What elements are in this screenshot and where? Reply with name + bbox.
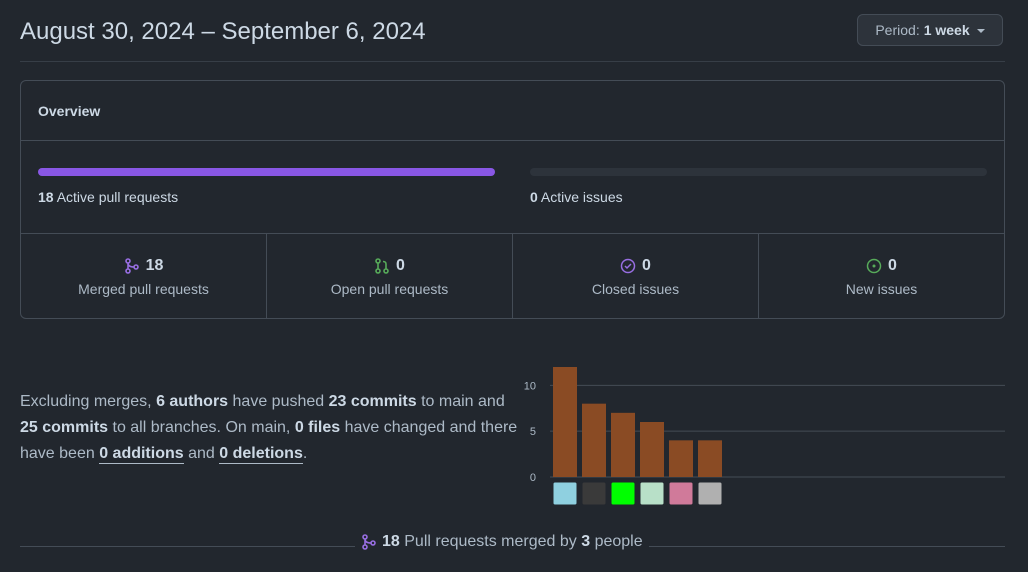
summary-text: to main and	[416, 393, 505, 410]
new-issues-count: 0	[888, 257, 897, 274]
author-avatar[interactable]	[552, 481, 578, 506]
footer-text: people	[590, 533, 643, 550]
y-tick-label: 0	[530, 472, 536, 484]
stat-new-issues[interactable]: 0 New issues	[759, 234, 1004, 319]
commits-by-author-chart: 0 5 10	[524, 367, 1005, 506]
period-prefix: Period:	[875, 22, 920, 38]
commits-all-count: 25 commits	[20, 419, 109, 436]
footer-people-count: 3	[581, 533, 591, 550]
author-avatar[interactable]	[697, 481, 723, 506]
active-prs-link[interactable]: 18 Active pull requests	[38, 189, 178, 205]
bar	[553, 367, 577, 477]
pull-request-icon	[375, 258, 389, 274]
active-prs-count: 18	[38, 189, 54, 205]
overview-box: Overview 18 Active pull requests 0 Activ…	[20, 80, 1005, 319]
page-title: August 30, 2024 – September 6, 2024	[20, 18, 426, 45]
period-value: 1 week	[923, 22, 970, 38]
footer-text: Pull requests merged by	[399, 533, 582, 550]
y-tick-label: 5	[530, 426, 536, 438]
merged-prs-summary: 18 Pull requests merged by 3 people	[355, 533, 649, 551]
issue-open-icon	[866, 258, 882, 274]
bar	[640, 422, 664, 477]
overview-bars: 18 Active pull requests 0 Active issues	[21, 141, 1004, 234]
additions-word: additions	[108, 445, 184, 462]
open-prs-count: 0	[396, 257, 405, 274]
closed-issues-label: Closed issues	[591, 281, 680, 297]
summary-text: and	[183, 445, 220, 462]
additions-link[interactable]: 0 additions	[99, 445, 184, 464]
merged-icon	[124, 258, 139, 274]
merged-icon	[362, 534, 376, 550]
active-issues-label: Active issues	[540, 189, 623, 205]
summary-text: to all branches. On main,	[108, 419, 295, 436]
header-divider	[20, 61, 1005, 62]
bar	[669, 440, 693, 477]
additions-count: 0	[99, 445, 109, 462]
deletions-word: deletions	[228, 445, 303, 462]
new-issues-label: New issues	[845, 281, 918, 297]
authors-count: 6 authors	[156, 393, 229, 410]
active-prs-label: Active pull requests	[56, 189, 179, 205]
summary-text: .	[302, 445, 308, 462]
period-dropdown-button[interactable]: Period: 1 week	[857, 14, 1003, 46]
footer-count: 18	[382, 533, 400, 550]
author-avatar[interactable]	[581, 481, 607, 506]
stat-closed-issues[interactable]: 0 Closed issues	[513, 234, 759, 319]
merged-prs-count: 18	[145, 257, 164, 274]
y-tick-label: 10	[524, 380, 536, 392]
bar	[611, 412, 635, 477]
bar	[582, 403, 606, 477]
issue-closed-icon	[620, 258, 636, 274]
active-prs-bar-fill	[38, 168, 495, 176]
caret-down-icon	[976, 29, 985, 33]
author-avatar[interactable]	[639, 481, 665, 506]
overview-stats: 18 Merged pull requests 0 Open pull requ…	[21, 234, 1004, 319]
closed-issues-count: 0	[642, 257, 651, 274]
deletions-link[interactable]: 0 deletions	[219, 445, 303, 464]
commits-main-count: 23 commits	[328, 393, 417, 410]
stat-merged-prs[interactable]: 18 Merged pull requests	[21, 234, 267, 319]
open-prs-label: Open pull requests	[330, 281, 449, 297]
author-avatar[interactable]	[610, 481, 636, 506]
overview-heading: Overview	[21, 81, 1004, 141]
commit-summary: Excluding merges, 6 authors have pushed …	[20, 389, 520, 467]
active-issues-link[interactable]: 0 Active issues	[530, 189, 623, 205]
author-avatar[interactable]	[668, 481, 694, 506]
active-issues-bar	[530, 168, 987, 176]
active-prs-bar	[38, 168, 495, 176]
active-issues-count: 0	[530, 189, 538, 205]
stat-open-prs[interactable]: 0 Open pull requests	[267, 234, 513, 319]
files-count: 0 files	[294, 419, 341, 436]
deletions-count: 0	[219, 445, 229, 462]
summary-text: Excluding merges,	[20, 393, 157, 410]
bar	[698, 440, 722, 477]
summary-text: have pushed	[228, 393, 329, 410]
merged-prs-label: Merged pull requests	[78, 281, 209, 297]
